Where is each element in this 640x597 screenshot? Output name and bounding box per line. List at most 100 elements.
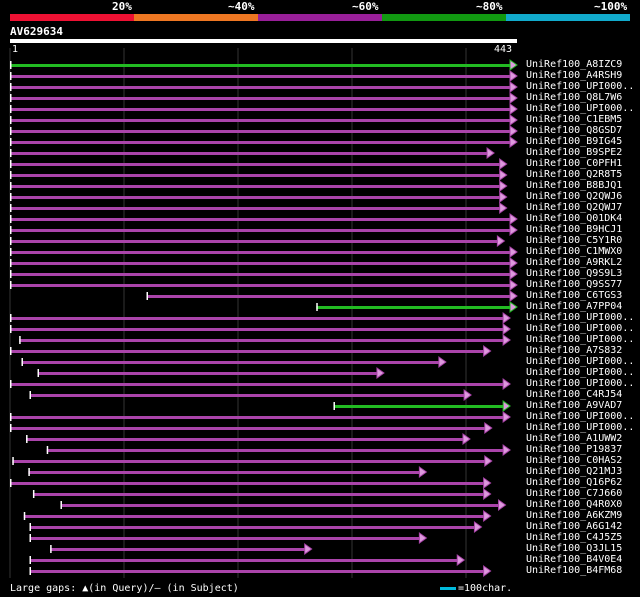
hit-name-link[interactable]: UniRef100_A9VAD7: [526, 400, 622, 411]
hit-start-tick: [146, 292, 148, 300]
hit-name-link[interactable]: UniRef100_Q16P62: [526, 477, 622, 488]
hit-bar[interactable]: [37, 372, 378, 375]
hit-end-arrow: [509, 246, 518, 258]
hit-bar[interactable]: [10, 416, 505, 419]
hit-name-link[interactable]: UniRef100_B9IG45: [526, 136, 622, 147]
hit-name-link[interactable]: UniRef100_UPI000..: [526, 422, 634, 433]
hit-name-link[interactable]: UniRef100_B9SPE2: [526, 147, 622, 158]
hit-bar[interactable]: [10, 240, 499, 243]
hit-bar[interactable]: [10, 207, 501, 210]
hit-name-link[interactable]: UniRef100_B4FM68: [526, 565, 622, 576]
hit-name-link[interactable]: UniRef100_B9HCJ1: [526, 224, 622, 235]
hit-bar[interactable]: [10, 196, 501, 199]
hit-name-link[interactable]: UniRef100_Q21MJ3: [526, 466, 622, 477]
hit-bar[interactable]: [29, 570, 485, 573]
hit-bar[interactable]: [10, 229, 511, 232]
hit-name-link[interactable]: UniRef100_A1UWW2: [526, 433, 622, 444]
hit-bar[interactable]: [10, 119, 511, 122]
hit-end-arrow: [509, 70, 518, 82]
hit-bar[interactable]: [19, 339, 505, 342]
hit-name-link[interactable]: UniRef100_UPI000..: [526, 411, 634, 422]
hit-name-link[interactable]: UniRef100_Q2QWJ7: [526, 202, 622, 213]
hit-start-tick: [10, 424, 12, 432]
hit-bar[interactable]: [316, 306, 511, 309]
hit-name-link[interactable]: UniRef100_Q4R0X0: [526, 499, 622, 510]
hit-bar[interactable]: [10, 350, 485, 353]
hit-name-link[interactable]: UniRef100_B8BJQ1: [526, 180, 622, 191]
hit-name-link[interactable]: UniRef100_UPI000..: [526, 312, 634, 323]
hit-name-link[interactable]: UniRef100_UPI000..: [526, 334, 634, 345]
hit-bar[interactable]: [10, 108, 511, 111]
hit-name-link[interactable]: UniRef100_A7PP04: [526, 301, 622, 312]
hit-bar[interactable]: [29, 559, 459, 562]
hit-bar[interactable]: [10, 328, 505, 331]
hit-name-link[interactable]: UniRef100_UPI000..: [526, 356, 634, 367]
hit-bar[interactable]: [10, 130, 511, 133]
hit-bar[interactable]: [12, 460, 486, 463]
hit-bar[interactable]: [28, 471, 421, 474]
hit-name-link[interactable]: UniRef100_B4V0E4: [526, 554, 622, 565]
hit-bar[interactable]: [10, 97, 511, 100]
hit-name-link[interactable]: UniRef100_Q8L7W6: [526, 92, 622, 103]
hit-name-link[interactable]: UniRef100_C6TGS3: [526, 290, 622, 301]
hit-name-link[interactable]: UniRef100_C5Y1R0: [526, 235, 622, 246]
hit-name-link[interactable]: UniRef100_UPI000..: [526, 103, 634, 114]
hit-bar[interactable]: [29, 394, 466, 397]
hit-end-arrow: [509, 268, 518, 280]
hit-name-link[interactable]: UniRef100_C1MWX0: [526, 246, 622, 257]
hit-bar[interactable]: [26, 438, 464, 441]
hit-name-link[interactable]: UniRef100_Q01DK4: [526, 213, 622, 224]
hit-name-link[interactable]: UniRef100_A6KZM9: [526, 510, 622, 521]
hit-bar[interactable]: [10, 152, 489, 155]
hit-bar[interactable]: [10, 482, 485, 485]
hit-name-link[interactable]: UniRef100_UPI000..: [526, 323, 634, 334]
hit-bar[interactable]: [10, 141, 511, 144]
hit-bar[interactable]: [32, 493, 485, 496]
hit-name-link[interactable]: UniRef100_A7S832: [526, 345, 622, 356]
hit-end-arrow: [376, 367, 385, 379]
hit-name-link[interactable]: UniRef100_C0PFH1: [526, 158, 622, 169]
hit-bar[interactable]: [10, 383, 505, 386]
hit-name-link[interactable]: UniRef100_C4RJ54: [526, 389, 622, 400]
hit-name-link[interactable]: UniRef100_Q9S9L3: [526, 268, 622, 279]
hit-name-link[interactable]: UniRef100_UPI000..: [526, 81, 634, 92]
hit-name-link[interactable]: UniRef100_Q2R8T5: [526, 169, 622, 180]
hit-name-link[interactable]: UniRef100_Q3JL15: [526, 543, 622, 554]
hit-name-link[interactable]: UniRef100_C1EBM5: [526, 114, 622, 125]
hit-bar[interactable]: [46, 449, 505, 452]
hit-bar[interactable]: [10, 427, 486, 430]
hit-bar[interactable]: [10, 262, 511, 265]
hit-bar[interactable]: [29, 537, 421, 540]
hit-name-link[interactable]: UniRef100_C4J5Z5: [526, 532, 622, 543]
hit-bar[interactable]: [146, 295, 512, 298]
hit-bar[interactable]: [10, 317, 505, 320]
hit-bar[interactable]: [10, 273, 511, 276]
hit-name-link[interactable]: UniRef100_C0HAS2: [526, 455, 622, 466]
hit-bar[interactable]: [10, 86, 511, 89]
hit-bar[interactable]: [333, 405, 505, 408]
hit-bar[interactable]: [10, 64, 511, 67]
hit-name-link[interactable]: UniRef100_A8IZC9: [526, 59, 622, 70]
hit-bar[interactable]: [10, 75, 511, 78]
hit-bar[interactable]: [10, 174, 501, 177]
hit-bar[interactable]: [10, 163, 501, 166]
hit-bar[interactable]: [21, 361, 440, 364]
hit-name-link[interactable]: UniRef100_P19837: [526, 444, 622, 455]
hit-name-link[interactable]: UniRef100_A6G142: [526, 521, 622, 532]
hit-name-link[interactable]: UniRef100_A9RKL2: [526, 257, 622, 268]
hit-bar[interactable]: [60, 504, 500, 507]
hit-name-link[interactable]: UniRef100_A4RSH9: [526, 70, 622, 81]
hit-name-link[interactable]: UniRef100_Q2QWJ6: [526, 191, 622, 202]
hit-name-link[interactable]: UniRef100_Q9SS77: [526, 279, 622, 290]
hit-name-link[interactable]: UniRef100_UPI000..: [526, 378, 634, 389]
hit-bar[interactable]: [50, 548, 306, 551]
hit-name-link[interactable]: UniRef100_UPI000..: [526, 367, 634, 378]
hit-bar[interactable]: [10, 218, 511, 221]
hit-bar[interactable]: [10, 284, 511, 287]
hit-bar[interactable]: [10, 185, 501, 188]
hit-bar[interactable]: [29, 526, 476, 529]
hit-name-link[interactable]: UniRef100_C7J660: [526, 488, 622, 499]
hit-name-link[interactable]: UniRef100_Q8GSD7: [526, 125, 622, 136]
hit-bar[interactable]: [23, 515, 485, 518]
hit-bar[interactable]: [10, 251, 511, 254]
